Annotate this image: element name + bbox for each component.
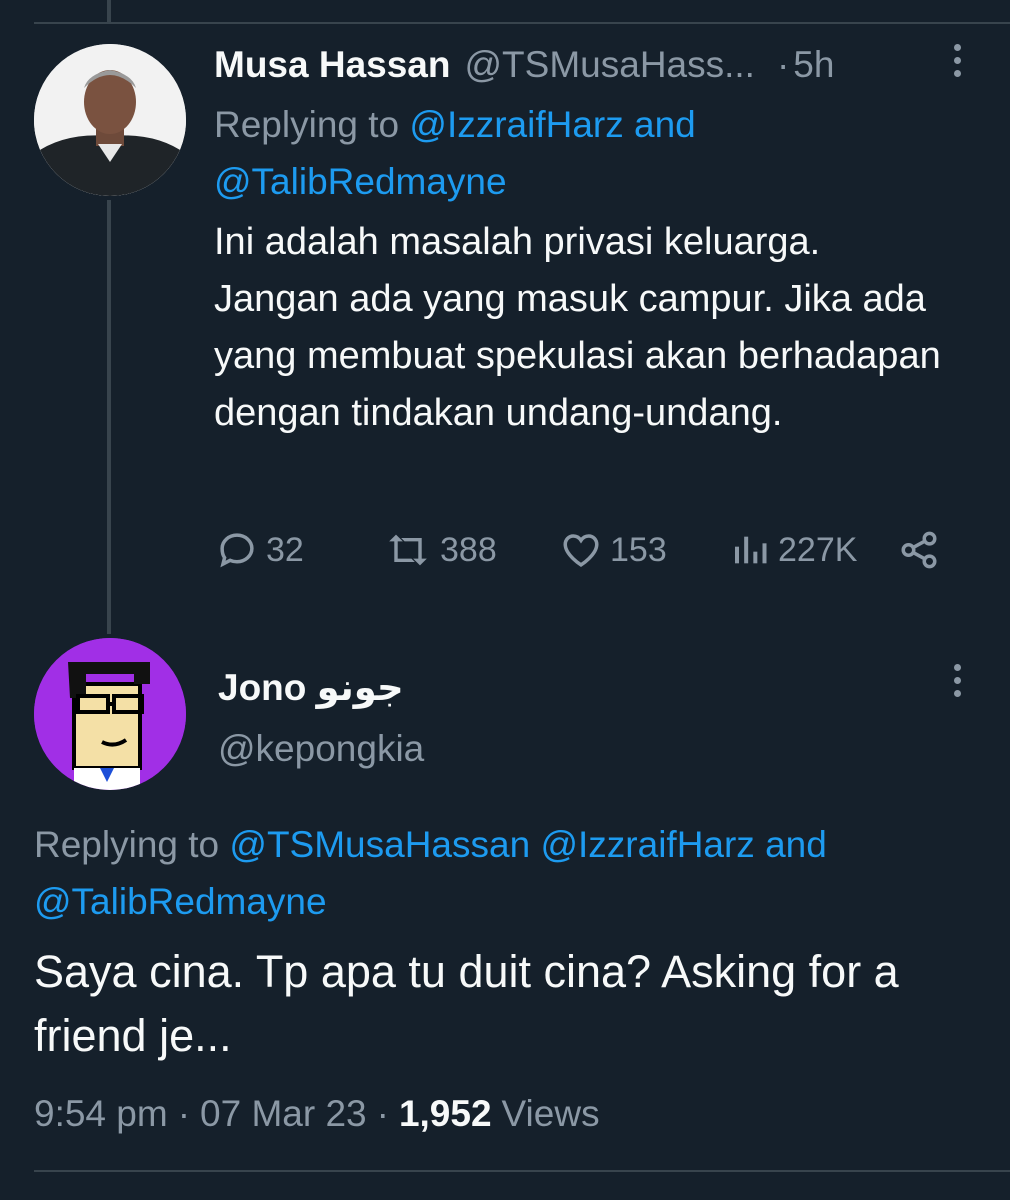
share-button[interactable]	[898, 520, 948, 580]
author-handle[interactable]: @kepongkia	[218, 728, 424, 770]
mention-link[interactable]: @IzzraifHarz	[409, 104, 623, 145]
bottom-divider	[34, 1170, 1010, 1172]
mention-link[interactable]: @IzzraifHarz	[540, 824, 754, 865]
views-label: Views	[501, 1093, 600, 1134]
reply-count: 32	[266, 530, 304, 569]
more-icon[interactable]	[946, 44, 968, 84]
reply-button[interactable]: 32	[216, 520, 304, 580]
tweet-time[interactable]: 9:54 pm	[34, 1093, 168, 1135]
replying-to: Replying to @IzzraifHarz and @TalibRedma…	[214, 96, 914, 210]
top-divider	[34, 22, 1010, 24]
avatar-musa-hassan[interactable]	[34, 44, 186, 196]
tweet-date[interactable]: 07 Mar 23	[200, 1093, 367, 1135]
reply-icon	[220, 533, 254, 568]
replying-to: Replying to @TSMusaHassan @IzzraifHarz a…	[34, 816, 974, 930]
separator-dot: ·	[376, 1093, 389, 1134]
thread-connector	[107, 200, 111, 634]
author-name[interactable]: Jono جونو	[218, 660, 404, 714]
share-icon	[901, 531, 937, 569]
views-count: 227K	[778, 530, 858, 569]
avatar-jono[interactable]	[34, 638, 186, 790]
and-link[interactable]: and	[765, 824, 827, 865]
replying-prefix: Replying to	[214, 104, 400, 145]
separator-dot: ·	[177, 1093, 191, 1134]
views-button[interactable]: 227K	[730, 520, 857, 580]
like-count: 153	[610, 530, 667, 569]
analytics-icon	[735, 536, 767, 564]
tweet-time[interactable]: 5h	[793, 44, 834, 86]
view-count: 1,952	[398, 1093, 492, 1134]
retweet-icon	[389, 534, 427, 566]
author-name[interactable]: Musa Hassan	[214, 44, 451, 86]
separator-dot: ·	[776, 44, 790, 85]
mention-link[interactable]: @TalibRedmayne	[34, 881, 327, 922]
like-button[interactable]: 153	[560, 520, 667, 580]
replying-prefix: Replying to	[34, 824, 220, 865]
mention-link[interactable]: @TalibRedmayne	[214, 161, 507, 202]
mention-link[interactable]: @TSMusaHassan	[229, 824, 530, 865]
retweet-count: 388	[440, 530, 497, 569]
tweet1-header: Musa Hassan @TSMusaHass... · 5h	[214, 38, 976, 92]
author-handle[interactable]: @TSMusaHass...	[465, 44, 755, 86]
tweet-text: Ini adalah masalah privasi keluarga. Jan…	[214, 221, 941, 434]
thread-connector-top	[107, 0, 111, 22]
more-icon[interactable]	[946, 664, 968, 704]
and-link[interactable]: and	[634, 104, 696, 145]
tweet-meta: 9:54 pm · 07 Mar 23 · 1,952 Views	[34, 1086, 600, 1142]
retweet-button[interactable]: 388	[384, 520, 497, 580]
tweet-text: Saya cina. Tp apa tu duit cina? Asking f…	[34, 946, 899, 1061]
heart-icon	[563, 534, 599, 567]
